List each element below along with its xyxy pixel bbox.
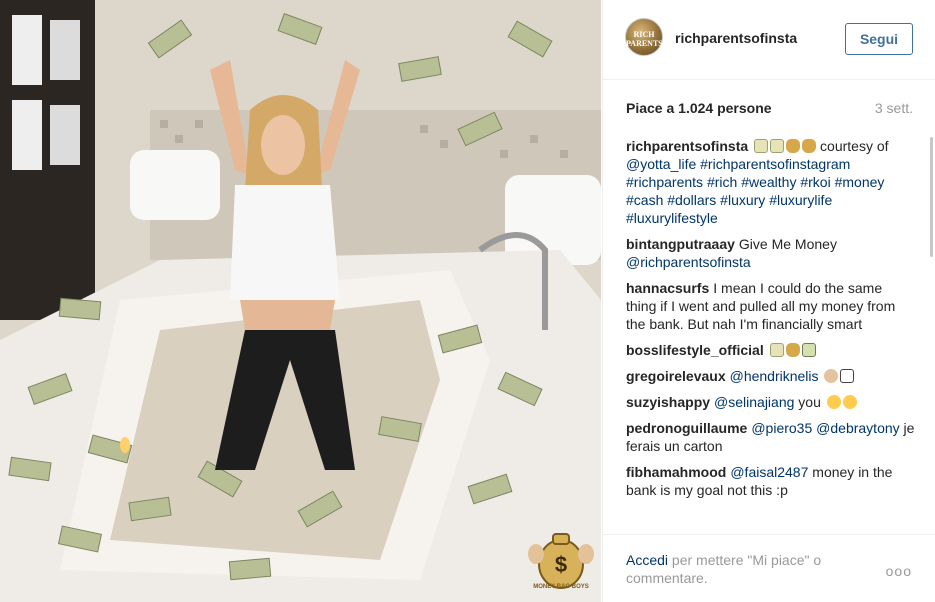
comment-item: gregoirelevaux @hendriknelis — [626, 367, 916, 385]
comment-item: richparentsofinsta courtesy of @yotta_li… — [626, 137, 916, 227]
login-link[interactable]: Accedi — [626, 552, 668, 568]
comment-item: fibhamahmood @faisal2487 money in the ban… — [626, 463, 916, 499]
hashtag-link[interactable]: #money — [835, 174, 885, 190]
money-bag-icon — [802, 139, 817, 153]
mention-link[interactable]: @debraytony — [816, 420, 899, 436]
hashtag-link[interactable]: #luxury — [720, 192, 765, 208]
money-with-wings-icon — [770, 139, 785, 153]
comment-text: Give Me Money — [738, 236, 837, 252]
money-bag-icon — [786, 139, 801, 153]
post-age[interactable]: 3 sett. — [875, 100, 913, 116]
comment-item: bintangputraaay Give Me Money @richparent… — [626, 235, 916, 271]
watermark-text: MONEY BAG BOYS — [533, 584, 589, 590]
avatar[interactable]: RICH PARENTS — [625, 18, 663, 56]
author-username[interactable]: richparentsofinsta — [675, 30, 797, 46]
follow-button[interactable]: Segui — [845, 23, 913, 55]
mention-link[interactable]: @selinajiang — [714, 394, 794, 410]
comment-scrollbar[interactable] — [930, 137, 933, 257]
comment-item: pedronoguillaume @piero35 @debraytony je … — [626, 419, 916, 455]
ok-hand-icon — [824, 369, 839, 383]
post-footer: Accedi per mettere "Mi piace" o commenta… — [603, 534, 935, 602]
comment-username[interactable]: gregoirelevaux — [626, 368, 726, 384]
hashtag-link[interactable]: #luxurylife — [769, 192, 832, 208]
comment-item: hannacsurfs I mean I could do the same th… — [626, 279, 916, 333]
svg-text:$: $ — [555, 552, 567, 577]
dollar-banknote-icon — [801, 343, 816, 357]
photo-illustration — [0, 0, 601, 602]
comment-text — [819, 368, 823, 384]
hashtag-link[interactable]: #cash — [626, 192, 663, 208]
post-photo: $ MONEY BAG BOYS — [0, 0, 601, 602]
post-details-panel: RICH PARENTS richparentsofinsta Segui Pi… — [602, 0, 935, 602]
hashtag-link[interactable]: #rich — [707, 174, 737, 190]
comment-item: suzyishappy @selinajiang you — [626, 393, 916, 411]
likes-count[interactable]: Piace a 1.024 persone — [626, 100, 772, 116]
mention-link[interactable]: @yotta_life — [626, 156, 696, 172]
watermark-logo: $ MONEY BAG BOYS — [526, 524, 596, 594]
comment-list[interactable]: richparentsofinsta courtesy of @yotta_li… — [626, 137, 916, 530]
tears-of-joy-icon — [842, 395, 857, 409]
comment-item: bosslifestyle_official — [626, 341, 916, 359]
mention-link[interactable]: @hendriknelis — [730, 368, 819, 384]
login-prompt: Accedi per mettere "Mi piace" o commenta… — [626, 551, 856, 587]
mention-link[interactable]: @piero35 — [751, 420, 812, 436]
abacus-icon — [840, 369, 855, 383]
comment-username[interactable]: bosslifestyle_official — [626, 342, 764, 358]
money-with-wings-icon — [754, 139, 769, 153]
comment-text: you — [794, 394, 825, 410]
post-header: RICH PARENTS richparentsofinsta Segui — [603, 0, 935, 80]
hashtag-link[interactable]: #richparents — [626, 174, 703, 190]
comment-username[interactable]: pedronoguillaume — [626, 420, 747, 436]
hashtag-link[interactable]: #luxurylifestyle — [626, 210, 718, 226]
comment-username[interactable]: suzyishappy — [626, 394, 710, 410]
comment-username[interactable]: fibhamahmood — [626, 464, 726, 480]
comment-username[interactable]: hannacsurfs — [626, 280, 709, 296]
comment-username[interactable]: richparentsofinsta — [626, 138, 748, 154]
comment-username[interactable]: bintangputraaay — [626, 236, 735, 252]
hashtag-link[interactable]: #wealthy — [741, 174, 796, 190]
comment-text: courtesy of — [816, 138, 889, 154]
mention-link[interactable]: @richparentsofinsta — [626, 254, 751, 270]
hashtag-link[interactable]: #rkoi — [800, 174, 830, 190]
money-with-wings-icon — [769, 343, 784, 357]
tears-of-joy-icon — [826, 395, 841, 409]
hashtag-link[interactable]: #dollars — [667, 192, 716, 208]
hashtag-link[interactable]: #richparentsofinstagram — [700, 156, 850, 172]
more-options-button[interactable]: ooo — [886, 563, 912, 579]
mention-link[interactable]: @faisal2487 — [730, 464, 808, 480]
money-bag-icon — [785, 343, 800, 357]
